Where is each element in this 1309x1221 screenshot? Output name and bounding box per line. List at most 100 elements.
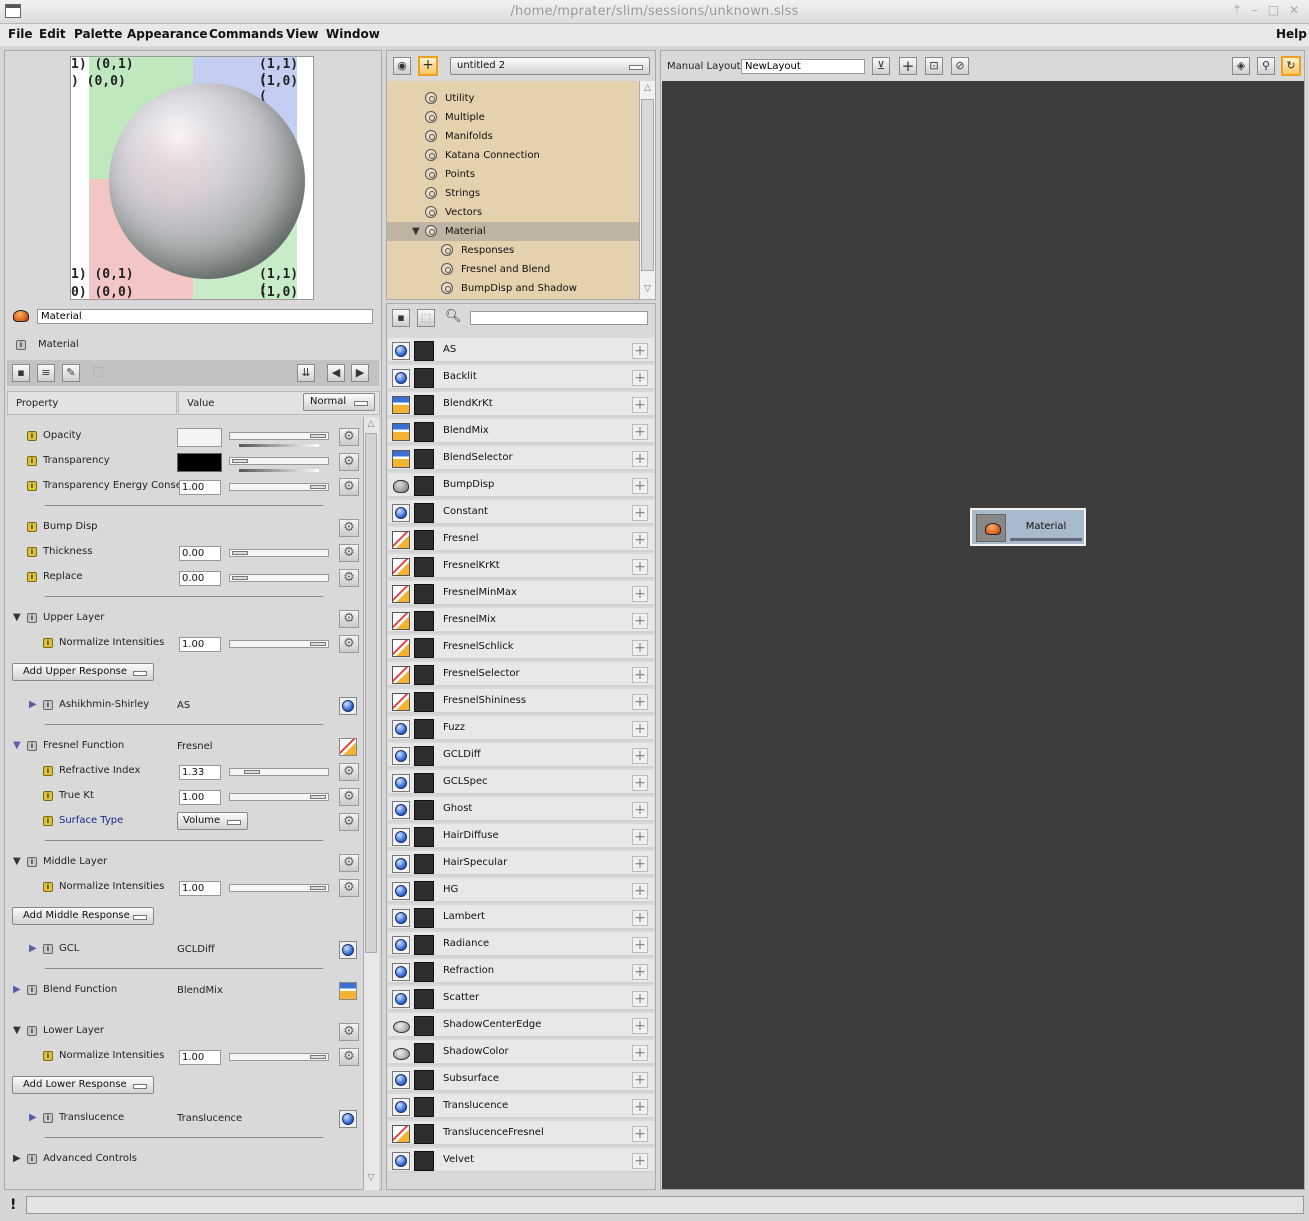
tree-node[interactable]: Utility <box>387 89 639 108</box>
collapse-icon[interactable]: ⇊ <box>297 364 315 382</box>
shader-row[interactable]: Ghost + <box>388 797 654 822</box>
shader-row[interactable]: HairDiffuse + <box>388 824 654 849</box>
add-shader-icon[interactable]: + <box>632 694 648 710</box>
add-shader-icon[interactable]: + <box>632 856 648 872</box>
surface-type-gear-icon[interactable]: ⚙ <box>339 813 359 831</box>
menu-help[interactable]: Help <box>1276 27 1307 41</box>
add-shader-icon[interactable]: + <box>632 991 648 1007</box>
transparency-energy-input[interactable]: 1.00 <box>179 480 221 495</box>
refresh-icon[interactable]: ↻ <box>1281 56 1301 76</box>
shader-row[interactable]: Scatter + <box>388 986 654 1011</box>
tree-node[interactable]: Vectors <box>387 203 639 222</box>
add-shader-icon[interactable]: + <box>632 613 648 629</box>
tree-layout-icon[interactable]: ⚲ <box>1257 57 1275 75</box>
translucence-expand-icon[interactable]: ▶ <box>29 1112 37 1123</box>
window-raise-icon[interactable]: ⇡ <box>1232 3 1242 17</box>
view-mode-dropdown[interactable]: Normal <box>303 393 375 411</box>
fresnel-function-expand-icon[interactable]: ▼ <box>13 740 21 751</box>
shader-row[interactable]: FresnelMinMax + <box>388 581 654 606</box>
transparency-energy-gear-icon[interactable]: ⚙ <box>339 478 359 496</box>
ashikhmin-expand-icon[interactable]: ▶ <box>29 699 37 710</box>
replace-slider[interactable] <box>229 574 329 582</box>
replace-gear-icon[interactable]: ⚙ <box>339 569 359 587</box>
tree-node[interactable]: Strings <box>387 184 639 203</box>
add-shader-icon[interactable]: + <box>632 829 648 845</box>
shader-row[interactable]: GCLDiff + <box>388 743 654 768</box>
upper-layer-gear-icon[interactable]: ⚙ <box>339 610 359 628</box>
refractive-index-gear-icon[interactable]: ⚙ <box>339 763 359 781</box>
add-middle-response-button[interactable]: Add Middle Response <box>12 907 154 925</box>
add-lower-response-button[interactable]: Add Lower Response <box>12 1076 154 1094</box>
upper-layer-expand-icon[interactable]: ▼ <box>13 612 21 623</box>
scroll-down-icon[interactable]: ▽ <box>365 1173 377 1187</box>
true-kt-slider[interactable] <box>229 793 329 801</box>
shader-row[interactable]: Subsurface + <box>388 1067 654 1092</box>
add-shader-icon[interactable]: + <box>632 937 648 953</box>
add-shader-icon[interactable]: + <box>632 478 648 494</box>
back-icon[interactable]: ◀ <box>327 364 345 382</box>
menu-palette[interactable]: Palette <box>74 27 122 41</box>
alert-icon[interactable]: ! <box>10 1197 16 1213</box>
upper-normalize-gear-icon[interactable]: ⚙ <box>339 635 359 653</box>
property-scrollbar[interactable]: △ ▽ <box>363 417 379 1190</box>
add-shader-icon[interactable]: + <box>632 1018 648 1034</box>
advanced-controls-expand-icon[interactable]: ▶ <box>13 1153 21 1164</box>
middle-layer-expand-icon[interactable]: ▼ <box>13 856 21 867</box>
shader-row[interactable]: FresnelSelector + <box>388 662 654 687</box>
shader-row[interactable]: BlendMix + <box>388 419 654 444</box>
lower-layer-gear-icon[interactable]: ⚙ <box>339 1023 359 1041</box>
shader-row[interactable]: Backlit + <box>388 365 654 390</box>
add-shader-icon[interactable]: + <box>632 748 648 764</box>
add-shader-icon[interactable]: + <box>632 505 648 521</box>
add-shader-icon[interactable]: + <box>632 532 648 548</box>
add-shader-icon[interactable]: + <box>632 910 648 926</box>
add-node-icon[interactable]: + <box>899 57 917 75</box>
lower-layer-expand-icon[interactable]: ▼ <box>13 1025 21 1036</box>
shader-row[interactable]: Refraction + <box>388 959 654 984</box>
menu-edit[interactable]: Edit <box>39 27 66 41</box>
pin-icon[interactable]: ▪ <box>392 309 410 327</box>
add-shader-icon[interactable]: + <box>632 370 648 386</box>
menu-view[interactable]: View <box>286 27 318 41</box>
middle-normalize-slider[interactable] <box>229 884 329 892</box>
refractive-index-input[interactable]: 1.33 <box>179 765 221 780</box>
transparency-color-swatch[interactable] <box>177 453 222 472</box>
surface-type-dropdown[interactable]: Volume <box>177 812 248 830</box>
add-upper-response-button[interactable]: Add Upper Response <box>12 663 154 681</box>
fresnel-function-shader-icon[interactable] <box>339 738 357 756</box>
opacity-slider[interactable] <box>229 432 329 440</box>
menu-appearance[interactable]: Appearance <box>127 27 208 41</box>
layout-dropdown-icon[interactable]: ⊻ <box>872 57 890 75</box>
tree-expand-icon[interactable]: ▼ <box>412 222 420 241</box>
scroll-thumb[interactable] <box>365 433 377 953</box>
select-icon[interactable]: ⬚ <box>89 364 107 382</box>
menu-file[interactable]: File <box>8 27 33 41</box>
scroll-up-icon[interactable]: △ <box>365 419 377 433</box>
add-shader-icon[interactable]: + <box>632 343 648 359</box>
true-kt-gear-icon[interactable]: ⚙ <box>339 788 359 806</box>
pin-icon[interactable]: ▪ <box>12 364 30 382</box>
add-shader-icon[interactable]: + <box>632 559 648 575</box>
window-controls[interactable]: ⇡ – □ ✕ <box>1232 3 1299 17</box>
layout-name-field[interactable]: NewLayout <box>741 59 865 74</box>
ashikhmin-shader-icon[interactable] <box>339 697 357 715</box>
material-node[interactable]: Material <box>970 508 1086 546</box>
shader-search-input[interactable] <box>470 311 648 325</box>
shader-row[interactable]: AS + <box>388 338 654 363</box>
shader-row[interactable]: BumpDisp + <box>388 473 654 498</box>
add-shader-icon[interactable]: + <box>632 1126 648 1142</box>
forward-icon[interactable]: ▶ <box>351 364 369 382</box>
refractive-index-slider[interactable] <box>229 768 329 776</box>
palette-selector[interactable]: untitled 2 <box>450 57 650 75</box>
menu-window[interactable]: Window <box>326 27 380 41</box>
gcl-expand-icon[interactable]: ▶ <box>29 943 37 954</box>
add-shader-icon[interactable]: + <box>632 802 648 818</box>
transparency-connect-gear-icon[interactable]: ⚙ <box>339 453 359 471</box>
translucence-shader-icon[interactable] <box>339 1110 357 1128</box>
middle-normalize-input[interactable]: 1.00 <box>179 881 221 896</box>
layout-settings-icon[interactable]: ◈ <box>1232 57 1250 75</box>
gcl-shader-icon[interactable] <box>339 941 357 959</box>
add-shader-icon[interactable]: + <box>632 640 648 656</box>
tree-node[interactable]: Fresnel and Blend <box>387 260 639 279</box>
blend-function-shader-icon[interactable] <box>339 982 357 1000</box>
